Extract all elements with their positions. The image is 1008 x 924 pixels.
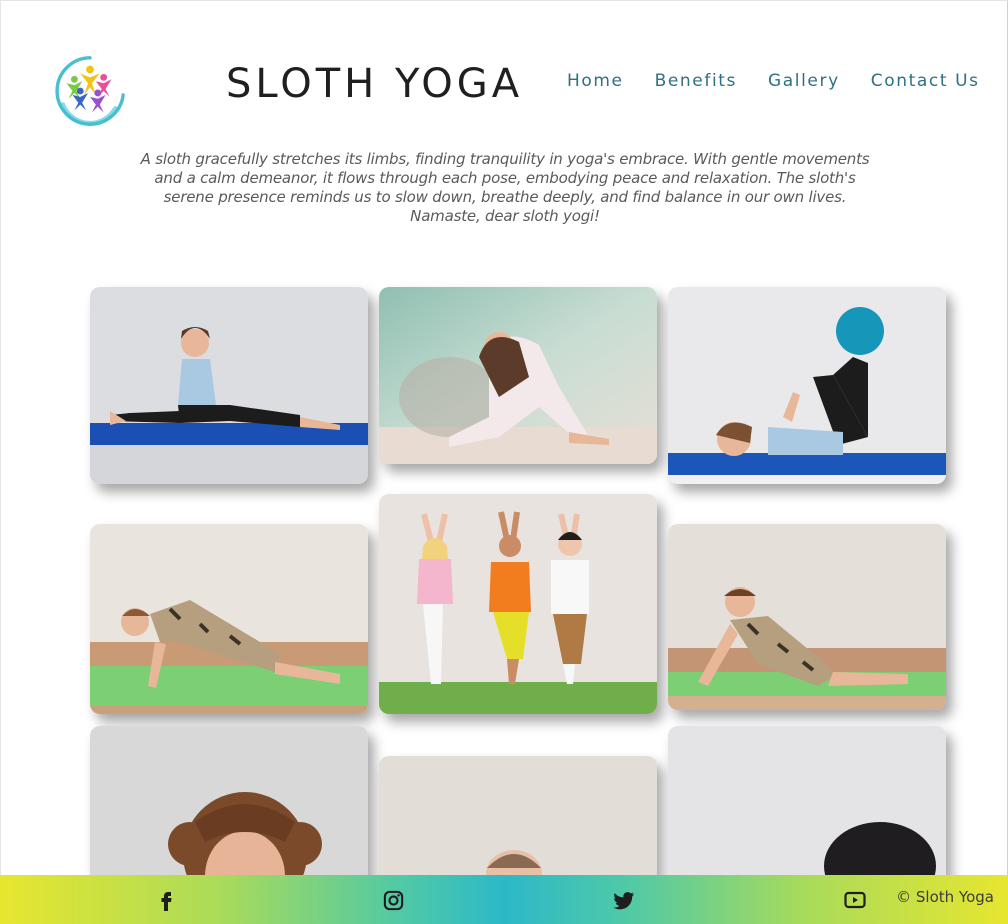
kids-tree-pose-photo[interactable] (379, 494, 657, 714)
brand-title[interactable]: SLOTH YOGA (226, 56, 523, 112)
copyright-text: © Sloth Yoga (896, 888, 994, 906)
girl-backbend-photo[interactable] (379, 287, 657, 464)
facebook-icon[interactable] (152, 886, 180, 914)
twitter-icon[interactable] (609, 886, 637, 914)
boy-cobra-photo[interactable] (668, 524, 946, 710)
girl-split-photo[interactable] (90, 287, 368, 484)
nav-gallery[interactable]: Gallery (768, 68, 840, 94)
nav-contact-us[interactable]: Contact Us (871, 68, 980, 94)
logo[interactable] (51, 52, 129, 130)
main-nav: Home Benefits Gallery Contact Us (567, 68, 980, 94)
footer: © Sloth Yoga (0, 875, 1008, 924)
youtube-icon[interactable] (841, 886, 869, 914)
nav-home[interactable]: Home (567, 68, 624, 94)
instagram-icon[interactable] (379, 886, 407, 914)
intro-text: A sloth gracefully stretches its limbs, … (140, 150, 870, 225)
boy-ball-photo[interactable] (668, 287, 946, 484)
nav-benefits[interactable]: Benefits (655, 68, 737, 94)
boy-plank-photo[interactable] (90, 524, 368, 714)
